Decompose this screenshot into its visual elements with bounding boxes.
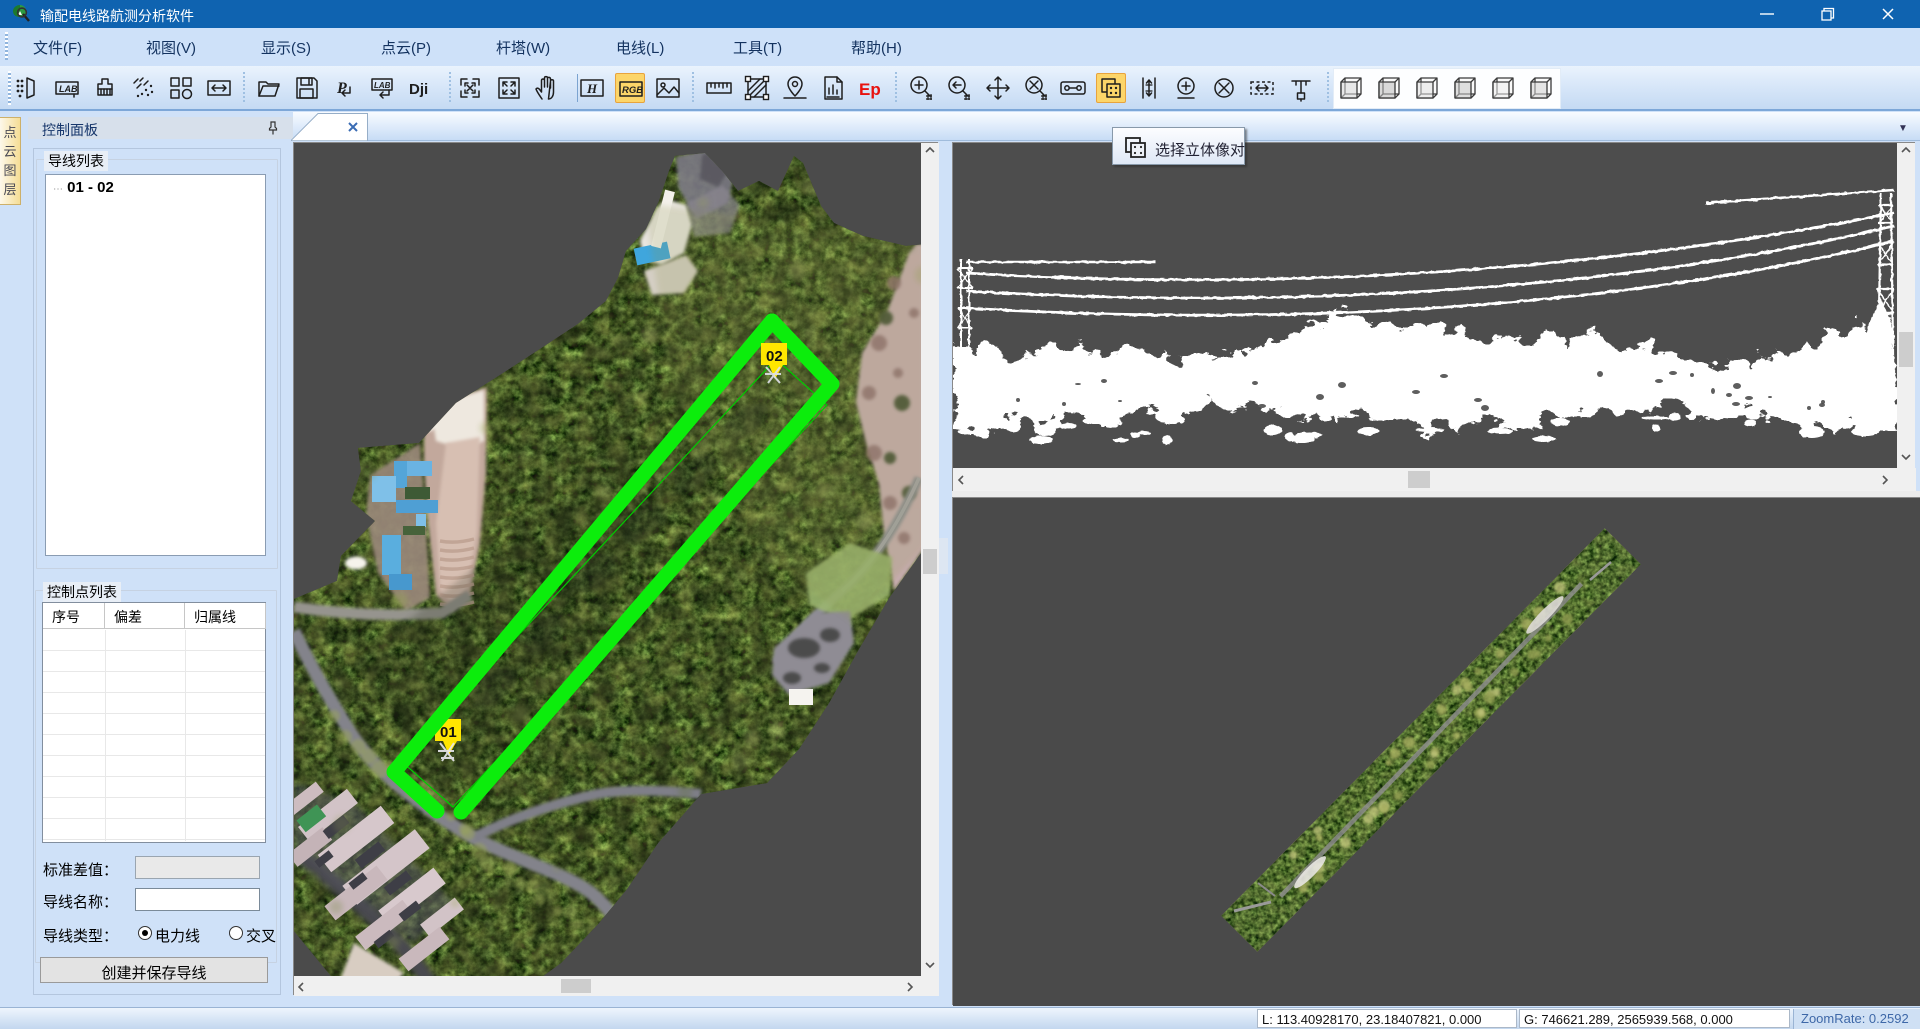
svg-text:02: 02 [766, 348, 783, 365]
svg-text:RGB: RGB [622, 85, 643, 96]
svg-text:Dji: Dji [409, 81, 428, 98]
svg-text:LAB: LAB [374, 81, 391, 90]
svg-text:LAB: LAB [59, 84, 78, 94]
svg-text:Ep: Ep [859, 80, 881, 99]
svg-text:01: 01 [440, 724, 457, 741]
svg-text:H: H [586, 81, 598, 96]
svg-text:P: P [336, 80, 347, 97]
